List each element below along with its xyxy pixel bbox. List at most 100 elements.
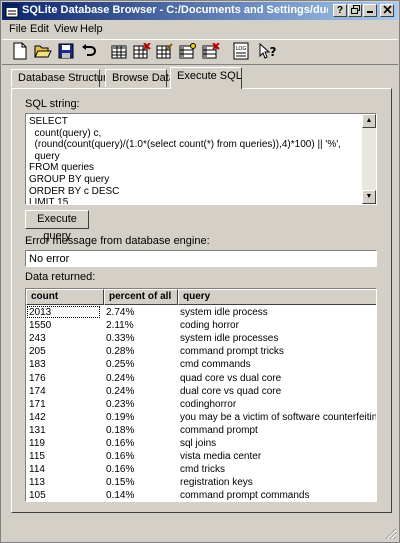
minimize-button[interactable] [363, 4, 377, 17]
table-row[interactable]: 2013 2.74% system idle process [26, 306, 376, 319]
scroll-down-button[interactable]: ▼ [362, 190, 376, 204]
cell-query[interactable]: vista media center [180, 450, 261, 463]
table-row[interactable]: 119 0.16% sql joins [26, 437, 376, 450]
table-row[interactable]: 243 0.33% system idle processes [26, 332, 376, 345]
menu-edit[interactable]: Edit [30, 23, 49, 35]
cell-query[interactable]: command prompt tricks [180, 345, 284, 358]
cell-percent[interactable]: 0.28% [106, 345, 134, 358]
cell-count[interactable]: 1550 [29, 319, 51, 332]
cell-query[interactable]: command prompt [180, 424, 258, 437]
table-row[interactable]: 1550 2.11% coding horror [26, 319, 376, 332]
cell-count[interactable]: 113 [29, 476, 45, 489]
sql-string-label: SQL string: [25, 98, 80, 110]
cell-percent[interactable]: 0.19% [106, 411, 134, 424]
scroll-up-button[interactable]: ▲ [362, 114, 376, 128]
cell-percent[interactable]: 0.24% [106, 385, 134, 398]
cell-count[interactable]: 176 [29, 372, 46, 385]
cell-count[interactable]: 114 [29, 463, 45, 476]
menu-help[interactable]: Help [80, 23, 103, 35]
table-row[interactable]: 205 0.28% command prompt tricks [26, 345, 376, 358]
cell-count[interactable]: 115 [29, 450, 45, 463]
column-header-count[interactable]: count [26, 289, 104, 305]
cell-percent[interactable]: 0.18% [106, 424, 134, 437]
cell-count[interactable]: 105 [29, 489, 46, 501]
cell-count[interactable]: 243 [29, 332, 46, 345]
sql-text[interactable]: SELECT count(query) c, (round(count(quer… [29, 116, 359, 204]
cell-percent[interactable]: 0.16% [106, 463, 134, 476]
modify-table-button[interactable] [155, 41, 175, 61]
undo-button[interactable] [79, 41, 99, 61]
column-header-percent[interactable]: percent of all [104, 289, 178, 305]
sql-editor[interactable]: SELECT count(query) c, (round(count(quer… [25, 113, 377, 205]
cell-percent[interactable]: 0.33% [106, 332, 134, 345]
sql-scrollbar[interactable]: ▲ ▼ [362, 114, 376, 204]
cell-query[interactable]: coding horror [180, 319, 239, 332]
tab-browse-data[interactable]: Browse Data [105, 69, 175, 87]
cell-query[interactable]: registration keys [180, 476, 253, 489]
cell-query[interactable]: system idle processes [180, 332, 278, 345]
table-row[interactable]: 183 0.25% cmd commands [26, 358, 376, 371]
cell-query[interactable]: quad core vs dual core [180, 372, 281, 385]
cell-query[interactable]: cmd tricks [180, 463, 225, 476]
execute-query-button[interactable]: Execute query [25, 210, 89, 242]
table-row[interactable]: 142 0.19% you may be a victim of software … [26, 411, 376, 424]
results-table[interactable]: count percent of all query 2013 2.74% syst… [25, 288, 377, 502]
table-row[interactable]: 115 0.16% vista media center [26, 450, 376, 463]
cell-percent[interactable]: 0.14% [106, 489, 134, 501]
cell-count[interactable]: 2013 [29, 306, 51, 319]
cell-query[interactable]: command prompt commands [180, 489, 310, 501]
cell-query[interactable]: cmd commands [180, 358, 251, 371]
resize-grip-icon[interactable] [385, 528, 397, 540]
cell-count[interactable]: 142 [29, 411, 46, 424]
create-table-button[interactable] [109, 41, 129, 61]
menu-file[interactable]: File [9, 23, 27, 35]
sql-line: FROM queries [29, 162, 95, 174]
delete-index-button[interactable] [201, 41, 221, 61]
cell-percent[interactable]: 0.16% [106, 437, 134, 450]
app-icon [5, 4, 19, 18]
whats-this-icon: ? [259, 43, 277, 59]
create-index-icon [179, 43, 196, 59]
sql-log-button[interactable]: LOG [231, 41, 251, 61]
cell-count[interactable]: 131 [29, 424, 46, 437]
help-button[interactable]: ? [333, 4, 347, 17]
tab-execute-sql[interactable]: Execute SQL [170, 67, 242, 89]
cell-percent[interactable]: 0.24% [106, 372, 134, 385]
whats-this-button[interactable]: ? [258, 41, 278, 61]
table-row[interactable]: 131 0.18% command prompt [26, 424, 376, 437]
column-header-query[interactable]: query [178, 289, 376, 305]
delete-table-button[interactable] [132, 41, 152, 61]
cell-count[interactable]: 174 [29, 385, 46, 398]
table-row[interactable]: 171 0.23% codinghorror [26, 398, 376, 411]
table-row[interactable]: 105 0.14% command prompt commands [26, 489, 376, 501]
menu-view[interactable]: View [54, 23, 78, 35]
cell-percent[interactable]: 0.16% [106, 450, 134, 463]
table-row[interactable]: 174 0.24% dual core vs quad core [26, 385, 376, 398]
table-row[interactable]: 114 0.16% cmd tricks [26, 463, 376, 476]
error-message-field[interactable]: No error [25, 250, 377, 267]
tab-database-structure[interactable]: Database Structure [11, 69, 113, 87]
create-index-button[interactable] [178, 41, 198, 61]
cell-query[interactable]: dual core vs quad core [180, 385, 281, 398]
cell-count[interactable]: 183 [29, 358, 46, 371]
new-database-button[interactable] [10, 41, 30, 61]
cell-query[interactable]: codinghorror [180, 398, 236, 411]
cell-percent[interactable]: 2.74% [106, 306, 134, 319]
cell-percent[interactable]: 0.15% [106, 476, 134, 489]
cell-query[interactable]: you may be a victim of software counterf… [180, 411, 376, 424]
table-row[interactable]: 176 0.24% quad core vs dual core [26, 372, 376, 385]
cell-percent[interactable]: 0.23% [106, 398, 134, 411]
cell-percent[interactable]: 2.11% [106, 319, 134, 332]
cell-count[interactable]: 205 [29, 345, 46, 358]
cell-count[interactable]: 171 [29, 398, 46, 411]
restore-button[interactable] [348, 4, 362, 17]
open-database-button[interactable] [33, 41, 53, 61]
cell-query[interactable]: system idle process [180, 306, 268, 319]
cell-query[interactable]: sql joins [180, 437, 216, 450]
table-row[interactable]: 113 0.15% registration keys [26, 476, 376, 489]
title-bar[interactable]: SQLite Database Browser - C:/Documents a… [2, 2, 398, 20]
cell-percent[interactable]: 0.25% [106, 358, 134, 371]
save-button[interactable] [56, 41, 76, 61]
cell-count[interactable]: 119 [29, 437, 45, 450]
close-button[interactable] [380, 4, 394, 17]
